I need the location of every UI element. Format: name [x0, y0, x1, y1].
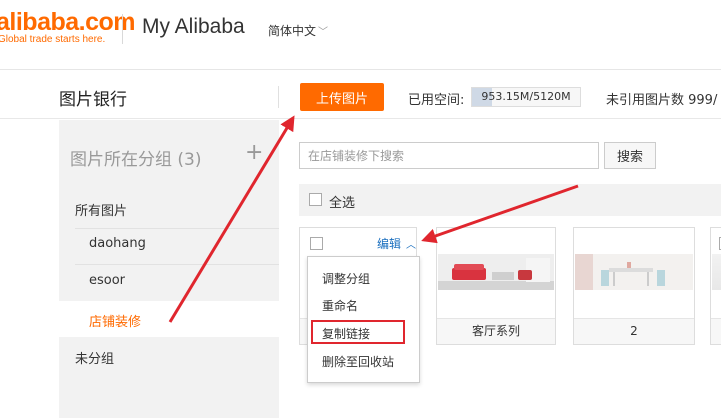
search-button[interactable]: 搜索: [604, 142, 656, 169]
select-all-checkbox[interactable]: [309, 193, 322, 206]
menu-item-copy-link[interactable]: 复制链接: [322, 325, 370, 342]
edit-link[interactable]: 编辑: [377, 235, 401, 252]
image-card[interactable]: 客厅系列: [436, 227, 556, 345]
search-input[interactable]: [299, 142, 599, 169]
sidebar-item-daohang[interactable]: daohang: [89, 236, 146, 251]
image-thumbnail[interactable]: [575, 254, 693, 290]
menu-item-delete-to-recycle[interactable]: 删除至回收站: [322, 353, 394, 370]
image-card-caption: [711, 318, 721, 344]
sidebar-divider: [75, 264, 279, 265]
select-all-label[interactable]: 全选: [329, 192, 355, 211]
image-card[interactable]: [710, 227, 721, 345]
subbar-divider: [278, 86, 279, 108]
image-card-caption: 客厅系列: [437, 318, 555, 344]
image-card-checkbox[interactable]: [310, 237, 323, 250]
image-thumbnail[interactable]: [712, 254, 721, 290]
unreferenced-count: 未引用图片数 999/: [606, 93, 718, 108]
sidebar-item-store-decoration[interactable]: 店铺装修: [89, 311, 141, 330]
group-heading: 图片所在分组 (3): [70, 150, 202, 170]
chevron-down-icon: ﹀: [318, 27, 329, 38]
chevron-up-icon[interactable]: ︿: [406, 236, 416, 251]
sidebar-divider: [75, 228, 279, 229]
header-divider: [122, 14, 123, 44]
select-all-bar: [299, 184, 721, 216]
sofa-image: [438, 254, 554, 290]
used-space-value: 953.15M/5120M: [481, 90, 571, 103]
image-card-caption: 2: [574, 318, 694, 344]
dining-image: [575, 254, 693, 290]
used-space-bar: 953.15M/5120M: [471, 87, 581, 107]
sidebar-item-esoor[interactable]: esoor: [89, 273, 125, 288]
language-label: 简体中文: [268, 24, 317, 38]
language-selector[interactable]: 简体中文 ﹀: [268, 22, 328, 39]
menu-item-adjust-group[interactable]: 调整分组: [322, 270, 370, 287]
add-group-icon[interactable]: +: [245, 140, 263, 165]
menu-item-rename[interactable]: 重命名: [322, 297, 358, 314]
image-card[interactable]: 2: [573, 227, 695, 345]
sidebar-item-ungrouped[interactable]: 未分组: [75, 348, 114, 367]
page-title: 图片银行: [59, 90, 127, 110]
image-thumbnail[interactable]: [438, 254, 554, 290]
upload-image-button[interactable]: 上传图片: [300, 83, 384, 111]
alibaba-logo[interactable]: alibaba.com: [0, 8, 136, 37]
sidebar-item-all-images[interactable]: 所有图片: [75, 200, 127, 219]
app-title[interactable]: My Alibaba: [142, 15, 245, 39]
edit-dropdown-menu: 调整分组 重命名 复制链接 删除至回收站: [307, 256, 420, 383]
used-space-label: 已用空间:: [408, 93, 465, 108]
logo-tagline: Global trade starts here.: [0, 34, 106, 45]
